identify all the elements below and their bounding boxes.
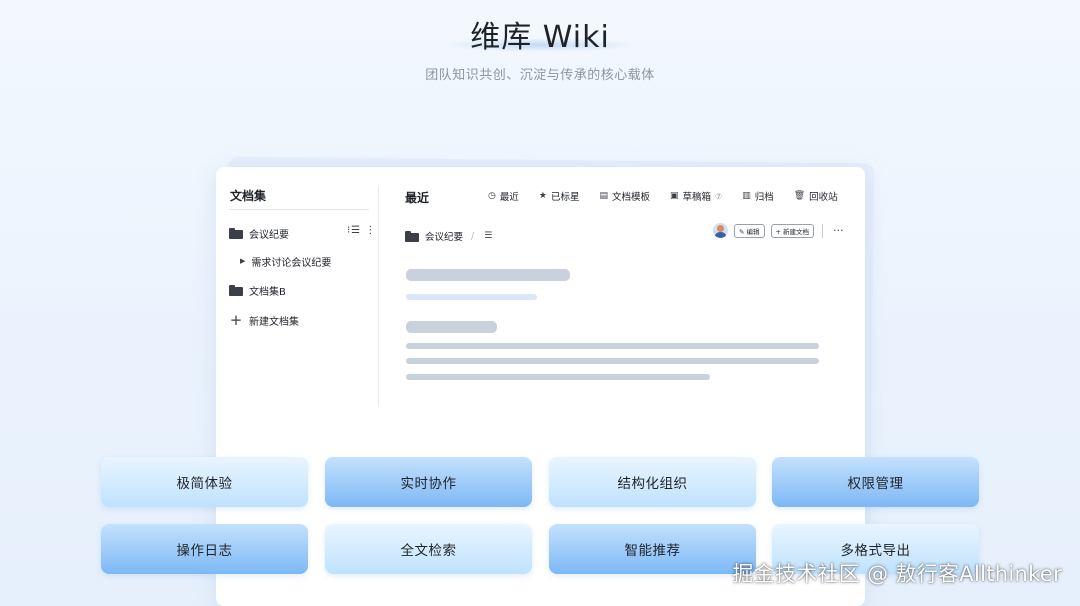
app-window: 文档集 会议纪要 ⁝☰ ⋮ ▶ 需求讨论会议纪要 文档集B + 新建文档集 最近… — [216, 167, 865, 606]
feature-operation-log[interactable]: 操作日志 — [101, 524, 308, 574]
nav-label: 最近 — [499, 192, 519, 203]
skeleton-heading — [406, 321, 497, 333]
breadcrumb: 会议纪要 / ☰ — [405, 229, 492, 243]
nav-archive[interactable]: ▥ 归档 — [742, 189, 774, 203]
page-subtitle: 团队知识共创、沉淀与传承的核心载体 — [425, 68, 655, 83]
avatar[interactable] — [713, 223, 728, 238]
template-icon: ▤ — [599, 191, 608, 201]
feature-structured-org[interactable]: 结构化组织 — [549, 457, 756, 507]
nav-recent[interactable]: ◷ 最近 — [488, 189, 519, 203]
sidebar-item-actions[interactable]: ⁝☰ ⋮ — [347, 225, 376, 236]
top-nav: ◷ 最近 ★ 已标星 ▤ 文档模板 ▣ 草稿箱 ⑦ ▥ 归档 🗑 回收站 — [488, 189, 838, 203]
archive-icon: ▥ — [742, 191, 751, 201]
plus-icon: + — [229, 311, 243, 329]
sidebar-item-collection-b[interactable]: 文档集B — [229, 282, 286, 298]
folder-icon — [229, 284, 243, 296]
more-icon[interactable]: ··· — [833, 224, 844, 237]
draft-count-badge: ⑦ — [715, 191, 723, 201]
skeleton-line — [406, 374, 710, 380]
new-doc-button[interactable]: + 新建文档 — [770, 223, 815, 238]
draft-icon: ▣ — [670, 191, 679, 201]
feature-permission-mgmt[interactable]: 权限管理 — [772, 457, 979, 507]
new-collection-button[interactable]: + 新建文档集 — [229, 312, 299, 328]
skeleton-line — [406, 343, 819, 349]
nav-label: 回收站 — [809, 192, 838, 203]
star-icon: ★ — [538, 191, 547, 201]
sidebar-divider — [229, 209, 369, 210]
watermark: 掘金技术社区 @ 敖行客Allthinker — [732, 562, 1062, 586]
edit-button[interactable]: ✎ 编辑 — [734, 223, 765, 238]
nav-label: 文档模板 — [611, 192, 650, 203]
nav-drafts[interactable]: ▣ 草稿箱 ⑦ — [670, 189, 722, 203]
sidebar-item-label: 会议纪要 — [249, 229, 289, 241]
breadcrumb-separator: / — [471, 230, 475, 242]
sidebar-item-requirement-notes[interactable]: ▶ 需求讨论会议纪要 — [240, 253, 331, 269]
feature-realtime-collab[interactable]: 实时协作 — [325, 457, 532, 507]
sidebar: 文档集 会议纪要 ⁝☰ ⋮ ▶ 需求讨论会议纪要 文档集B + 新建文档集 — [216, 187, 379, 407]
sidebar-item-meeting-notes[interactable]: 会议纪要 — [229, 225, 289, 241]
feature-smart-recommend[interactable]: 智能推荐 — [549, 524, 756, 574]
folder-icon — [229, 227, 243, 239]
skeleton-line — [406, 358, 819, 364]
breadcrumb-item[interactable]: 会议纪要 — [425, 229, 463, 243]
nav-label: 归档 — [754, 192, 774, 203]
feature-simple-experience[interactable]: 极简体验 — [101, 457, 308, 507]
skeleton-title — [406, 269, 570, 281]
folder-icon — [405, 230, 419, 242]
divider — [822, 223, 824, 238]
doc-actions: ✎ 编辑 + 新建文档 ··· — [713, 223, 844, 238]
nav-templates[interactable]: ▤ 文档模板 — [599, 189, 650, 203]
page-title: 维库 Wiki — [470, 20, 610, 55]
nav-starred[interactable]: ★ 已标星 — [539, 189, 580, 203]
skeleton-subtitle — [406, 294, 537, 300]
sidebar-title: 文档集 — [230, 189, 267, 203]
caret-right-icon: ▶ — [240, 257, 246, 265]
main-title: 最近 — [405, 191, 430, 205]
new-collection-label: 新建文档集 — [249, 316, 299, 328]
sidebar-item-label: 需求讨论会议纪要 — [251, 257, 332, 269]
trash-icon: 🗑 — [793, 191, 806, 201]
sidebar-item-label: 文档集B — [249, 286, 286, 298]
list-icon[interactable]: ☰ — [484, 231, 492, 241]
nav-label: 已标星 — [550, 192, 580, 203]
nav-trash[interactable]: 🗑 回收站 — [794, 189, 838, 203]
nav-label: 草稿箱 — [682, 192, 712, 203]
clock-icon: ◷ — [488, 191, 496, 201]
feature-fulltext-search[interactable]: 全文检索 — [325, 524, 532, 574]
